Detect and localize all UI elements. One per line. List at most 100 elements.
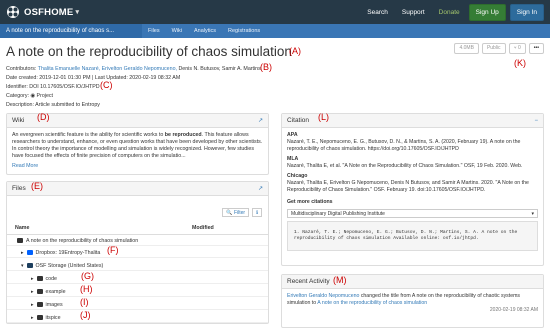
- activity-item: Erivelton Geraldo Nepomuceno changed the…: [287, 293, 538, 313]
- contributors: Contributors: Thalita Emanuelle Nazaré, …: [6, 66, 261, 72]
- external-link-icon[interactable]: ↗: [258, 182, 263, 196]
- annotation-i: (I): [80, 297, 89, 307]
- description-line: Description: Article submitted to Entrop…: [6, 102, 100, 108]
- files-panel: Files ↗ 🔍 Filter ℹ Name Modified A note …: [6, 181, 269, 324]
- citation-text: Nazaré, Thalita E, et al. "A Note on the…: [287, 163, 523, 169]
- citation-style-name: Chicago: [287, 173, 308, 179]
- fork-button[interactable]: ⑂ 0: [508, 43, 526, 54]
- activity-panel: Recent Activity Erivelton Geraldo Nepomu…: [281, 274, 544, 328]
- formatted-citation: 1. Nazaré, T. E.; Nepomuceno, E. G.; But…: [287, 221, 538, 251]
- tab-registrations[interactable]: Registrations: [222, 28, 266, 34]
- col-name[interactable]: Name: [15, 225, 29, 231]
- annotation-j: (J): [80, 310, 91, 320]
- folder-row[interactable]: ▸ itspice: [7, 313, 268, 323]
- activity-header: Recent Activity: [282, 275, 543, 289]
- caret-right-icon: ▸: [31, 276, 34, 282]
- annotation-b: (B): [260, 62, 272, 72]
- activity-actor[interactable]: Erivelton Geraldo Nepomuceno: [287, 293, 359, 299]
- annotation-h: (H): [80, 284, 93, 294]
- folder-icon: [36, 276, 43, 282]
- citation-title: Citation: [287, 117, 310, 124]
- annotation-c: (C): [100, 80, 113, 90]
- filter-button[interactable]: 🔍 Filter: [222, 208, 250, 217]
- citation-panel: Citation − APA Nazaré, T. E., Nepomuceno…: [281, 113, 544, 266]
- project-navbar: A note on the reproducibility of chaos s…: [0, 24, 550, 38]
- chevron-down-icon: ▾: [531, 211, 534, 217]
- folder-row[interactable]: ▸ code: [7, 274, 268, 284]
- read-more-link[interactable]: Read More: [7, 160, 268, 172]
- file-row[interactable]: ▾ OSF Storage (United States): [7, 261, 268, 271]
- osf-logo[interactable]: OSFHOME ▾: [6, 5, 79, 19]
- external-link-icon[interactable]: ↗: [258, 114, 263, 128]
- contributor-links[interactable]: Thalita Emanuelle Nazaré, Erivelton Gera…: [38, 66, 177, 72]
- caret-right-icon: ▸: [31, 315, 34, 321]
- wiki-title: Wiki: [12, 117, 25, 124]
- annotation-e: (E): [31, 181, 43, 191]
- category-line: Category: ◉ Project: [6, 93, 54, 99]
- project-icon: [17, 238, 23, 244]
- osf-logo-icon: [7, 6, 19, 18]
- annotation-a: (A): [289, 46, 301, 56]
- folder-row[interactable]: ▸ example: [7, 287, 268, 297]
- citation-text: Nazaré, Thalita E, Erivelton G Nepomucen…: [287, 180, 529, 193]
- citation-body: APA Nazaré, T. E., Nepomuceno, E. G., Bu…: [282, 128, 543, 255]
- more-options-button[interactable]: •••: [528, 43, 544, 54]
- storage-icon: [26, 263, 33, 269]
- brand-label: OSFHOME: [24, 6, 74, 18]
- contributors-label: Contributors:: [6, 66, 37, 72]
- collapse-icon[interactable]: −: [534, 114, 538, 128]
- activity-timestamp: 2020-02-19 08:32 AM: [489, 307, 538, 313]
- col-modified[interactable]: Modified: [192, 225, 214, 231]
- project-actions: 4.0MB Public ⑂ 0 •••: [454, 43, 544, 54]
- brand-caret-icon[interactable]: ▾: [75, 8, 79, 16]
- annotation-m: (M): [333, 275, 347, 285]
- files-toolbar: 🔍 Filter ℹ: [222, 208, 262, 217]
- file-row[interactable]: A note on the reproducibility of chaos s…: [7, 236, 268, 246]
- contributors-rest: Denis N. Butusov, Samir A. Martins: [176, 66, 261, 72]
- annotation-k: (K): [514, 58, 526, 68]
- dropbox-icon: [26, 250, 33, 256]
- annotation-l: (L): [318, 112, 329, 122]
- support-link[interactable]: Support: [397, 9, 430, 16]
- caret-right-icon: ▸: [31, 289, 34, 295]
- search-link[interactable]: Search: [362, 9, 393, 16]
- tab-analytics[interactable]: Analytics: [188, 28, 222, 34]
- folder-row[interactable]: ▸ images: [7, 300, 268, 310]
- annotation-d: (D): [37, 112, 50, 122]
- info-button[interactable]: ℹ: [252, 208, 262, 217]
- tab-files[interactable]: Files: [142, 28, 166, 34]
- citation-style-select[interactable]: Multidisciplinary Digital Publishing Ins…: [287, 209, 538, 218]
- files-header: Files ↗: [7, 182, 268, 196]
- files-title: Files: [12, 185, 26, 192]
- donate-link[interactable]: Donate: [434, 9, 465, 16]
- annotation-f: (F): [107, 245, 119, 255]
- identifier-line: Identifier: DOI 10.17605/OSF.IO/JHTPD: [6, 84, 100, 90]
- wiki-text: An evergreen scientific feature is the a…: [12, 132, 263, 159]
- tab-wiki[interactable]: Wiki: [166, 28, 188, 34]
- annotation-g: (G): [81, 271, 94, 281]
- more-citations-label: Get more citations: [287, 199, 333, 205]
- folder-icon: [36, 289, 43, 295]
- sign-up-button[interactable]: Sign Up: [468, 3, 506, 21]
- project-nav-title[interactable]: A note on the reproducibility of chaos s…: [0, 24, 142, 38]
- citation-style-name: MLA: [287, 156, 299, 162]
- caret-down-icon: ▾: [21, 263, 24, 269]
- file-row[interactable]: ▸ Dropbox: 19Entropy-Thalita: [7, 248, 268, 258]
- activity-title: Recent Activity: [287, 278, 330, 285]
- dates-line: Date created: 2019-12-01 01:30 PM | Last…: [6, 75, 181, 81]
- public-button[interactable]: Public: [481, 43, 506, 54]
- project-title: A note on the reproducibility of chaos s…: [6, 44, 292, 59]
- caret-right-icon: ▸: [21, 250, 24, 256]
- top-nav-links: Search Support Donate Sign Up Sign In: [362, 0, 544, 24]
- folder-icon: [36, 302, 43, 308]
- top-navbar: OSFHOME ▾ Search Support Donate Sign Up …: [0, 0, 550, 24]
- size-button[interactable]: 4.0MB: [454, 43, 479, 54]
- sign-in-button[interactable]: Sign In: [509, 3, 544, 21]
- citation-text: Nazaré, T. E., Nepomuceno, E. G., Butuso…: [287, 139, 521, 152]
- folder-icon: [36, 315, 43, 321]
- activity-target[interactable]: A note on the reproducibility of chaos s…: [317, 300, 427, 306]
- citation-style-name: APA: [287, 132, 298, 138]
- files-column-header: Name Modified: [7, 225, 268, 235]
- wiki-panel: Wiki ↗ An evergreen scientific feature i…: [6, 113, 269, 175]
- caret-right-icon: ▸: [31, 302, 34, 308]
